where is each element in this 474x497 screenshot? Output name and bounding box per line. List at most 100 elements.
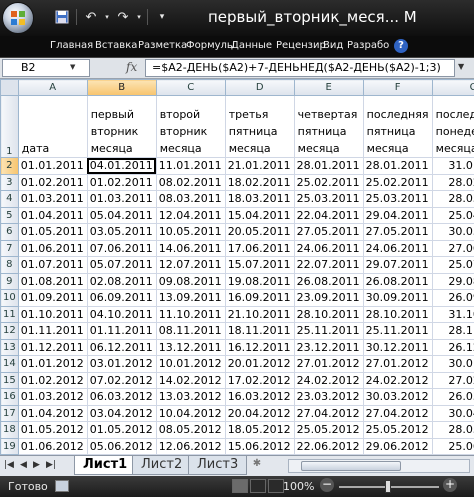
table-cell[interactable]: 26.08.2011 [362,272,433,290]
table-cell[interactable]: 25.05.2012 [362,421,433,439]
prev-sheet-icon[interactable]: ◀ [20,460,27,470]
table-cell[interactable]: 24.02.2012 [293,371,364,389]
table-cell[interactable]: 02.08.2011 [86,272,157,290]
table-cell[interactable]: 25.06.2012 [431,437,474,455]
table-cell[interactable]: 28.01.2011 [293,157,364,175]
row-header[interactable]: 15 [0,371,19,389]
table-cell[interactable]: 28.02.2011 [431,173,474,191]
table-cell[interactable]: 01.04.2012 [17,404,88,422]
table-cell[interactable]: 25.04.2011 [431,206,474,224]
table-cell[interactable]: 03.04.2012 [86,404,157,422]
table-cell[interactable]: 27.04.2012 [293,404,364,422]
table-cell[interactable]: 04.01.2011 [86,157,157,175]
table-cell[interactable]: 01.03.2011 [86,190,157,208]
page-break-view-icon[interactable] [268,479,284,493]
table-cell[interactable]: 01.04.2011 [17,206,88,224]
table-cell[interactable]: 30.04.2012 [431,404,474,422]
tab-view[interactable]: Вид [323,40,343,51]
table-cell[interactable]: 04.10.2011 [86,305,157,323]
column-header-b[interactable]: B [86,79,157,96]
table-cell[interactable]: 30.09.2011 [362,289,433,307]
macro-record-icon[interactable] [55,480,69,492]
column-header-g[interactable]: G [431,79,474,96]
customize-qat-dropdown-icon[interactable]: ▾ [152,7,172,27]
sheet-tab-1[interactable]: Лист1 [74,456,137,475]
undo-icon[interactable]: ↶ [81,7,101,27]
row-header[interactable]: 9 [0,272,19,290]
table-cell[interactable]: 03.05.2011 [86,223,157,241]
table-cell[interactable]: 01.02.2011 [86,173,157,191]
table-cell[interactable]: 10.04.2012 [155,404,226,422]
table-cell[interactable]: 27.05.2011 [362,223,433,241]
table-cell[interactable]: 05.07.2011 [86,256,157,274]
scrollbar-thumb[interactable] [301,461,401,471]
table-cell[interactable]: 01.01.2012 [17,355,88,373]
table-cell[interactable]: 25.05.2012 [293,421,364,439]
table-cell[interactable]: 25.02.2011 [293,173,364,191]
tab-review[interactable]: Рецензир [276,40,326,51]
header-cell[interactable]: первый вторник месяца [86,95,157,158]
table-cell[interactable]: 28.03.2011 [431,190,474,208]
tab-developer[interactable]: Разрабо [347,40,389,51]
table-cell[interactable]: 01.02.2012 [17,371,88,389]
table-cell[interactable]: 22.06.2012 [293,437,364,455]
table-cell[interactable]: 28.10.2011 [293,305,364,323]
redo-dropdown-icon[interactable]: ▾ [135,7,143,27]
table-cell[interactable]: 15.04.2011 [224,206,295,224]
table-cell[interactable]: 12.07.2011 [155,256,226,274]
table-cell[interactable]: 13.12.2011 [155,338,226,356]
formula-input[interactable]: =$A2-ДЕНЬ($A2)+7-ДЕНЬНЕД($A2-ДЕНЬ($A2)-1… [145,59,455,77]
table-cell[interactable]: 18.11.2011 [224,322,295,340]
table-cell[interactable]: 24.06.2011 [362,239,433,257]
name-box[interactable]: B2 [2,59,90,77]
table-cell[interactable]: 07.06.2011 [86,239,157,257]
table-cell[interactable]: 18.02.2011 [224,173,295,191]
table-cell[interactable]: 17.06.2011 [224,239,295,257]
table-cell[interactable]: 08.02.2011 [155,173,226,191]
table-cell[interactable]: 03.01.2012 [86,355,157,373]
row-header[interactable]: 11 [0,305,19,323]
table-cell[interactable]: 20.05.2011 [224,223,295,241]
header-cell[interactable]: дата [17,95,88,158]
expand-formula-bar-icon[interactable]: ▼ [458,62,464,71]
table-cell[interactable]: 28.01.2011 [362,157,433,175]
tab-data[interactable]: Данные [231,40,272,51]
worksheet-grid[interactable]: ABCDEFG 1датапервый вторник месяцавторой… [0,79,474,455]
select-all-corner[interactable] [0,79,19,96]
zoom-slider-thumb[interactable] [385,480,391,493]
column-header-d[interactable]: D [224,79,295,96]
row-header[interactable]: 12 [0,322,19,340]
table-cell[interactable]: 30.12.2011 [362,338,433,356]
help-icon[interactable]: ? [394,39,408,53]
table-cell[interactable]: 27.05.2011 [293,223,364,241]
table-cell[interactable]: 15.06.2012 [224,437,295,455]
row-header[interactable]: 18 [0,421,19,439]
table-cell[interactable]: 25.03.2011 [362,190,433,208]
zoom-level[interactable]: 100% [283,480,314,493]
table-cell[interactable]: 21.10.2011 [224,305,295,323]
row-header[interactable]: 17 [0,404,19,422]
table-cell[interactable]: 20.01.2012 [224,355,295,373]
table-cell[interactable]: 01.06.2011 [17,239,88,257]
table-cell[interactable]: 28.11.2011 [431,322,474,340]
table-cell[interactable]: 12.04.2011 [155,206,226,224]
table-cell[interactable]: 31.10.2011 [431,305,474,323]
table-cell[interactable]: 22.07.2011 [293,256,364,274]
table-cell[interactable]: 26.12.2011 [431,338,474,356]
table-cell[interactable]: 19.08.2011 [224,272,295,290]
table-cell[interactable]: 01.10.2011 [17,305,88,323]
row-header[interactable]: 19 [0,437,19,455]
row-header[interactable]: 2 [0,157,19,175]
column-header-e[interactable]: E [293,79,364,96]
column-header-f[interactable]: F [362,79,433,96]
table-cell[interactable]: 01.12.2011 [17,338,88,356]
normal-view-icon[interactable] [232,479,248,493]
horizontal-scrollbar[interactable] [288,459,470,473]
table-cell[interactable]: 09.08.2011 [155,272,226,290]
column-header-a[interactable]: A [17,79,88,96]
tab-home[interactable]: Главная [50,40,93,51]
row-header[interactable]: 14 [0,355,19,373]
table-cell[interactable]: 01.05.2012 [86,421,157,439]
office-button[interactable] [2,2,34,34]
name-box-dropdown-icon[interactable]: ▼ [70,63,75,71]
